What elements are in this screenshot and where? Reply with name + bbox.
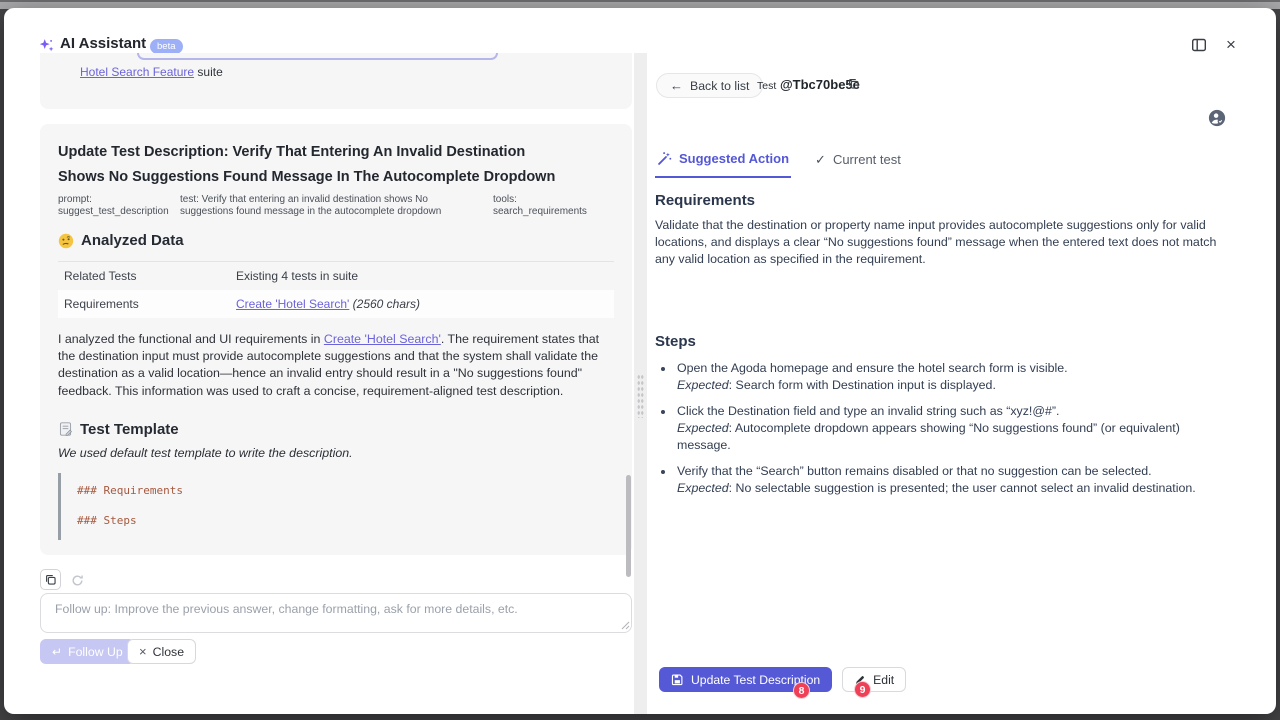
memo-icon [58, 421, 73, 437]
beta-badge: beta [150, 39, 183, 54]
back-to-list-button[interactable]: ← Back to list [656, 73, 763, 98]
suite-suffix: suite [194, 65, 223, 79]
step-action: Verify that the “Search” button remains … [677, 463, 1196, 480]
suite-reference: Hotel Search Feature suite [80, 65, 223, 79]
template-note: We used default test template to write t… [58, 446, 614, 460]
requirements-heading: Requirements [655, 192, 755, 209]
step-item: Open the Agoda homepage and ensure the h… [655, 360, 1227, 394]
analyzed-data-heading: Analyzed Data [58, 232, 614, 249]
panel-layout-icon[interactable] [1190, 36, 1208, 54]
table-row: Requirements Create 'Hotel Search' (2560… [58, 290, 614, 318]
table-row: Related Tests Existing 4 tests in suite [58, 262, 614, 290]
prompt-metadata: prompt: suggest_test_description test: V… [58, 194, 614, 218]
copy-test-id-icon[interactable] [847, 77, 860, 90]
test-template-heading: Test Template [58, 421, 614, 438]
regenerate-icon[interactable] [68, 571, 86, 589]
row-value: Create 'Hotel Search' (2560 chars) [236, 297, 420, 311]
code-line: ### Steps [77, 514, 614, 527]
bullet-icon [661, 470, 665, 474]
sparkles-icon [38, 37, 55, 54]
meta-test: test: Verify that entering an invalid de… [180, 194, 475, 218]
chat-scroll-area[interactable]: Hotel Search Feature suite Update Test D… [40, 53, 632, 564]
user-check-avatar-icon[interactable] [1208, 109, 1226, 127]
panel-divider[interactable] [634, 53, 647, 714]
requirements-text: Validate that the destination or propert… [655, 217, 1223, 268]
chars-count: (2560 chars) [349, 297, 420, 311]
close-icon: × [139, 644, 147, 659]
close-chat-button[interactable]: × Close [127, 639, 196, 664]
drag-handle-icon[interactable] [637, 374, 644, 418]
code-line: ### Requirements [77, 484, 614, 497]
previous-message-card: Hotel Search Feature suite [40, 53, 632, 109]
create-hotel-search-link[interactable]: Create 'Hotel Search' [236, 297, 349, 311]
scrolled-input-remnant [137, 53, 498, 60]
row-label: Related Tests [64, 269, 236, 283]
hotel-search-feature-link[interactable]: Hotel Search Feature [80, 65, 194, 79]
step-expected: Expected: Search form with Destination i… [677, 377, 1068, 394]
step-expected: Expected: Autocomplete dropdown appears … [677, 420, 1227, 454]
assistant-response-card: Update Test Description: Verify That Ent… [40, 124, 632, 555]
step-expected: Expected: No selectable suggestion is pr… [677, 480, 1196, 497]
bullet-icon [661, 367, 665, 371]
row-value: Existing 4 tests in suite [236, 269, 358, 283]
edit-button[interactable]: Edit [842, 667, 906, 692]
enter-icon: ↵ [52, 645, 62, 659]
step-action: Open the Agoda homepage and ensure the h… [677, 360, 1068, 377]
left-scrollbar-thumb[interactable] [626, 475, 631, 577]
meta-tools: tools: search_requirements [493, 194, 593, 218]
save-icon [671, 673, 684, 686]
template-code-block: ### Requirements ### Steps [58, 473, 614, 540]
analysis-paragraph: I analyzed the functional and UI require… [58, 331, 610, 400]
step-item: Verify that the “Search” button remains … [655, 463, 1227, 497]
response-title: Update Test Description: Verify That Ent… [58, 140, 568, 190]
follow-up-button[interactable]: ↵ Follow Up [40, 639, 135, 664]
copy-response-button[interactable] [40, 569, 61, 590]
tab-suggested-action[interactable]: Suggested Action [655, 148, 791, 178]
tab-current-test[interactable]: ✓ Current test [813, 148, 903, 178]
step-action: Click the Destination field and type an … [677, 403, 1227, 420]
steps-list: Open the Agoda homepage and ensure the h… [655, 360, 1227, 506]
ai-assistant-modal: AI Assistant beta × Hotel Search Feature… [4, 8, 1276, 714]
test-label: Test [757, 80, 776, 92]
create-hotel-search-inline-link[interactable]: Create 'Hotel Search' [324, 332, 441, 346]
row-label: Requirements [64, 297, 236, 311]
shortcut-badge-edit: 9 [854, 681, 871, 698]
page-title: AI Assistant [60, 35, 146, 52]
check-icon: ✓ [815, 152, 826, 168]
steps-heading: Steps [655, 333, 696, 350]
test-detail-panel: ← Back to list Test @Tbc70be5e Suggested… [647, 53, 1276, 714]
analyzed-data-table: Related Tests Existing 4 tests in suite … [58, 261, 614, 318]
thinking-face-icon [58, 233, 74, 249]
magic-wand-icon [657, 151, 672, 166]
step-item: Click the Destination field and type an … [655, 403, 1227, 454]
bullet-icon [661, 410, 665, 414]
close-icon[interactable]: × [1222, 36, 1240, 54]
detail-tabs: Suggested Action ✓ Current test [655, 148, 903, 178]
shortcut-badge-update: 8 [793, 682, 810, 699]
followup-input[interactable] [40, 593, 632, 633]
back-arrow-icon: ← [670, 78, 683, 93]
meta-prompt: prompt: suggest_test_description [58, 194, 178, 218]
